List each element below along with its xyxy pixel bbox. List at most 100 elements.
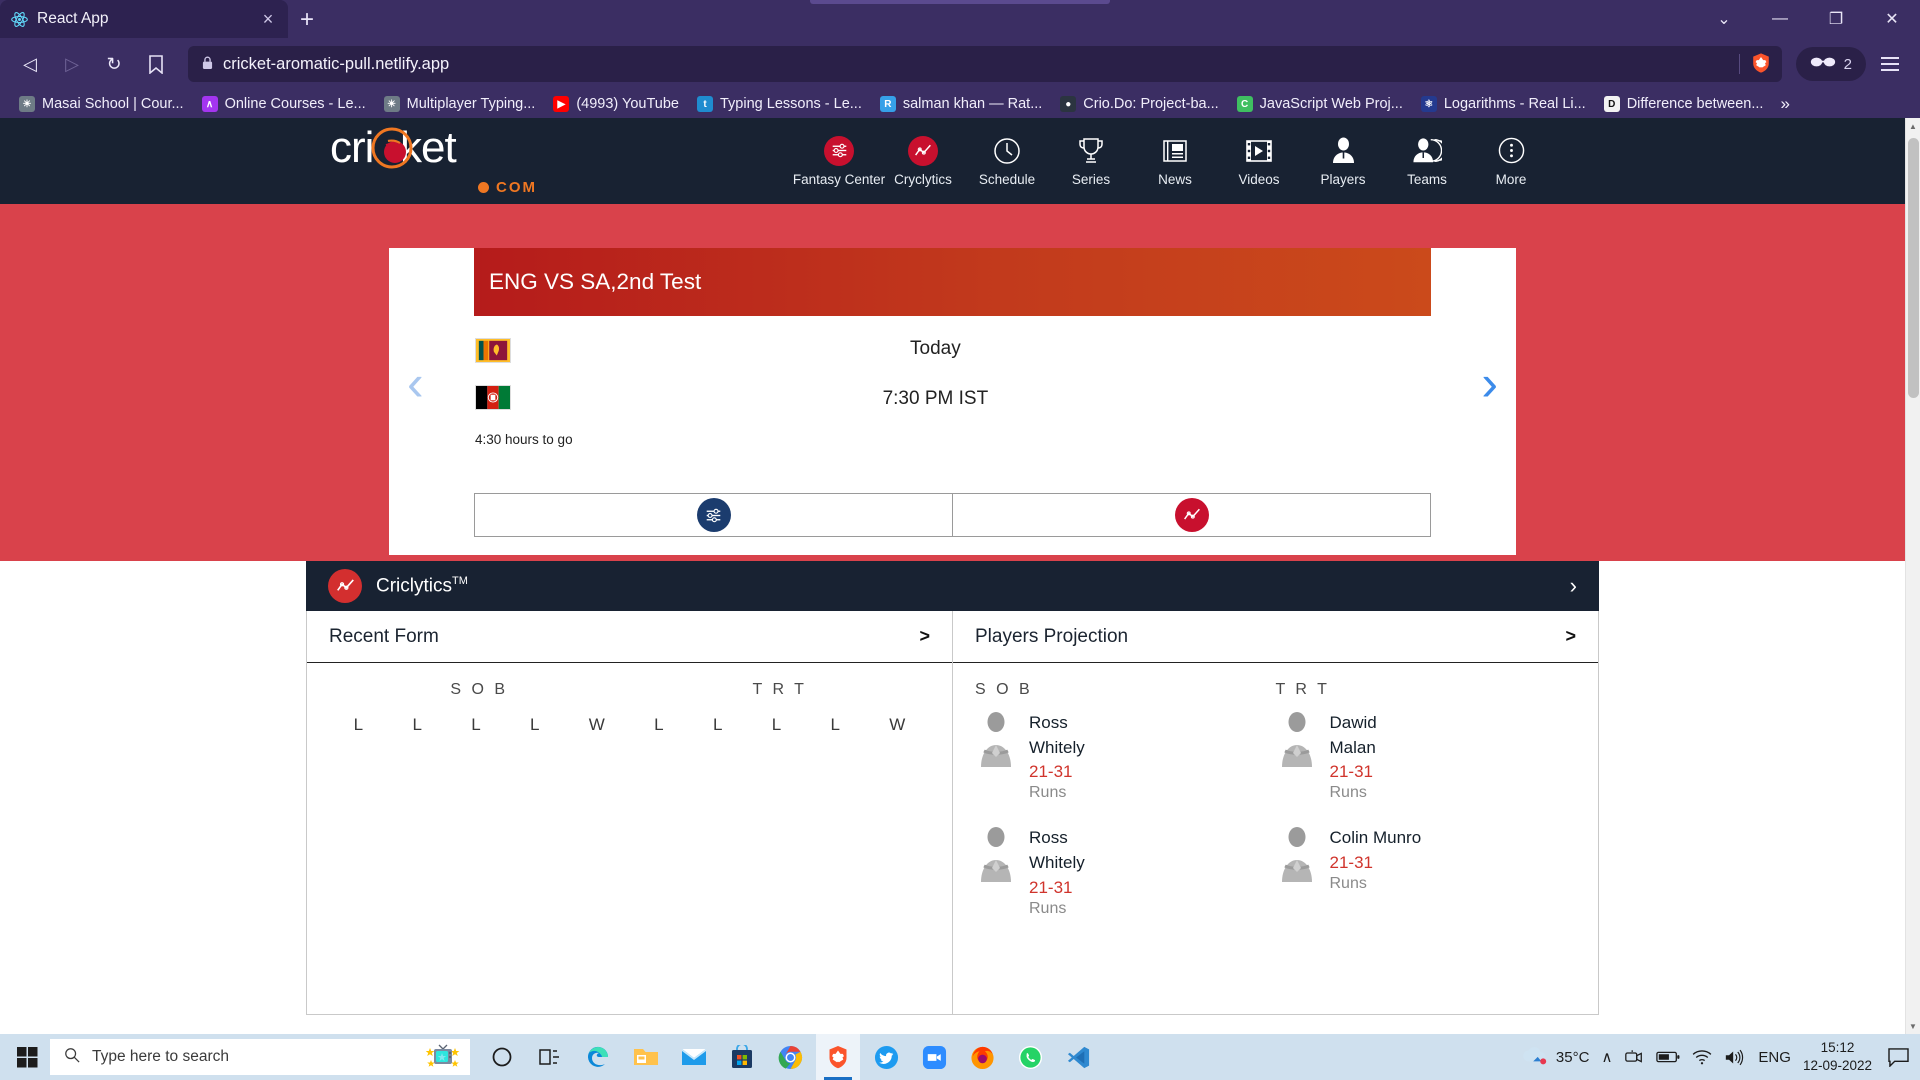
projection-player[interactable]: Dawid Malan 21-31 Runs bbox=[1276, 711, 1577, 802]
form-result: L bbox=[530, 715, 540, 734]
scrollbar-thumb[interactable] bbox=[1908, 138, 1919, 398]
hamburger-menu-icon[interactable] bbox=[1872, 46, 1908, 82]
file-explorer-icon[interactable] bbox=[624, 1034, 668, 1080]
vscode-icon[interactable] bbox=[1056, 1034, 1100, 1080]
twitter-icon[interactable] bbox=[864, 1034, 908, 1080]
browser-toolbar: ◁ ▷ ↻ cricket-aromatic-pull.netlify.app … bbox=[0, 38, 1920, 90]
maximize-button[interactable]: ❐ bbox=[1808, 0, 1864, 38]
new-tab-button[interactable]: + bbox=[288, 2, 326, 38]
recent-form-title: Recent Form bbox=[329, 625, 439, 647]
nav-item-teams[interactable]: Teams bbox=[1385, 136, 1469, 187]
bookmark-item[interactable]: ☀ Multiplayer Typing... bbox=[375, 92, 545, 116]
bookmark-item[interactable]: R salman khan — Rat... bbox=[871, 92, 1051, 116]
nav-item-series[interactable]: Series bbox=[1049, 136, 1133, 187]
players-projection-grid: S O B Ross Whitely 21-31 Runs Ross White… bbox=[975, 681, 1576, 942]
form-results-row: L L L L W bbox=[630, 715, 931, 735]
bookmark-item[interactable]: ∧ Online Courses - Le... bbox=[193, 92, 375, 116]
typing-icon: t bbox=[697, 96, 713, 112]
bookmark-item[interactable]: ● Crio.Do: Project-ba... bbox=[1051, 92, 1227, 116]
bookmark-item[interactable]: ⚛ Logarithms - Real Li... bbox=[1412, 92, 1595, 116]
show-hidden-icons-chevron[interactable]: ∧ bbox=[1601, 1048, 1612, 1066]
match-banner[interactable]: ENG VS SA,2nd Test bbox=[474, 248, 1431, 316]
criclytics-section: CriclyticsTM › Recent Form > S O B L L L… bbox=[306, 561, 1599, 1015]
cortana-icon[interactable] bbox=[480, 1034, 524, 1080]
meeting-icon[interactable] bbox=[1624, 1049, 1644, 1066]
minimize-button[interactable]: — bbox=[1752, 0, 1808, 38]
bookmark-label: Online Courses - Le... bbox=[224, 96, 366, 112]
reload-icon[interactable]: ↻ bbox=[96, 46, 132, 82]
wifi-icon[interactable] bbox=[1692, 1049, 1712, 1065]
criclytics-button[interactable] bbox=[953, 493, 1431, 537]
nav-label: Videos bbox=[1238, 171, 1280, 187]
zoom-icon[interactable] bbox=[912, 1034, 956, 1080]
edge-icon[interactable] bbox=[576, 1034, 620, 1080]
bookmark-item[interactable]: D Difference between... bbox=[1595, 92, 1773, 116]
site-nav: Fantasy Center Cryclytics Schedule Serie… bbox=[793, 135, 1553, 187]
projection-player[interactable]: Ross Whitely 21-31 Runs bbox=[975, 711, 1276, 802]
recent-form-arrow-icon[interactable]: > bbox=[919, 626, 930, 647]
nav-item-news[interactable]: News bbox=[1133, 136, 1217, 187]
team-code-label: S O B bbox=[450, 681, 509, 698]
nav-item-more[interactable]: More bbox=[1469, 136, 1553, 187]
prev-match-arrow[interactable]: ‹ bbox=[407, 358, 424, 408]
shields-counter-button[interactable]: 2 bbox=[1795, 47, 1866, 81]
nav-item-fantasy-center[interactable]: Fantasy Center bbox=[793, 135, 885, 187]
bookmark-item[interactable]: t Typing Lessons - Le... bbox=[688, 92, 871, 116]
microsoft-store-icon[interactable] bbox=[720, 1034, 764, 1080]
nav-item-schedule[interactable]: Schedule bbox=[965, 136, 1049, 187]
players-projection-header[interactable]: Players Projection > bbox=[953, 611, 1598, 663]
battery-icon[interactable] bbox=[1656, 1050, 1680, 1064]
players-projection-arrow-icon[interactable]: > bbox=[1565, 626, 1576, 647]
nav-item-players[interactable]: Players bbox=[1301, 136, 1385, 187]
criclytics-header[interactable]: CriclyticsTM › bbox=[306, 561, 1599, 611]
criclytics-expand-chevron-icon[interactable]: › bbox=[1570, 573, 1577, 599]
projection-player-info: Ross Whitely 21-31 Runs bbox=[1029, 711, 1121, 802]
scroll-up-arrow-icon[interactable]: ▲ bbox=[1906, 118, 1920, 134]
projection-player[interactable]: Colin Munro 21-31 Runs bbox=[1276, 826, 1577, 893]
bookmarks-overflow-button[interactable]: » bbox=[1772, 94, 1797, 114]
match-body: ‹ › 4:30 hours to go Today 7:30 PM IST bbox=[389, 316, 1516, 447]
mail-icon[interactable] bbox=[672, 1034, 716, 1080]
window-chevron-button[interactable]: ⌄ bbox=[1696, 0, 1752, 38]
recent-form-header[interactable]: Recent Form > bbox=[307, 611, 952, 663]
task-view-icon[interactable] bbox=[528, 1034, 572, 1080]
forward-icon[interactable]: ▷ bbox=[54, 46, 90, 82]
next-match-arrow[interactable]: › bbox=[1481, 358, 1498, 408]
cricket-com-logo[interactable]: cri ket COM bbox=[330, 123, 537, 196]
volume-icon[interactable] bbox=[1724, 1049, 1746, 1066]
projection-player[interactable]: Ross Whitely 21-31 Runs bbox=[975, 826, 1276, 917]
recent-form-grid: S O B L L L L W T R T L L L L W bbox=[329, 681, 930, 735]
bookmark-item[interactable]: ▶ (4993) YouTube bbox=[544, 92, 688, 116]
nav-item-videos[interactable]: Videos bbox=[1217, 136, 1301, 187]
recent-form-team: S O B L L L L W bbox=[329, 681, 630, 735]
nav-item-cryclytics[interactable]: Cryclytics bbox=[881, 135, 965, 187]
windows-start-icon[interactable] bbox=[4, 1034, 50, 1080]
clock-time: 15:12 bbox=[1820, 1039, 1855, 1055]
criclytics-panels: Recent Form > S O B L L L L W T R T L L … bbox=[306, 611, 1599, 1015]
fantasy-button[interactable] bbox=[474, 493, 953, 537]
search-input[interactable]: Type here to search bbox=[50, 1039, 470, 1075]
bookmark-icon[interactable] bbox=[138, 46, 174, 82]
whatsapp-icon[interactable] bbox=[1008, 1034, 1052, 1080]
firefox-icon[interactable] bbox=[960, 1034, 1004, 1080]
address-bar[interactable]: cricket-aromatic-pull.netlify.app bbox=[188, 46, 1782, 82]
clock-widget[interactable]: 15:12 12-09-2022 bbox=[1803, 1039, 1872, 1075]
tv-stars-icon[interactable] bbox=[425, 1042, 460, 1073]
page-scrollbar[interactable]: ▲ ▼ bbox=[1905, 118, 1920, 1034]
brave-icon[interactable] bbox=[816, 1034, 860, 1080]
form-results-row: L L L L W bbox=[329, 715, 630, 735]
bookmark-item[interactable]: C JavaScript Web Proj... bbox=[1228, 92, 1412, 116]
scroll-down-arrow-icon[interactable]: ▼ bbox=[1906, 1018, 1920, 1034]
back-icon[interactable]: ◁ bbox=[12, 46, 48, 82]
chrome-icon[interactable] bbox=[768, 1034, 812, 1080]
close-tab-icon[interactable]: × bbox=[258, 9, 278, 30]
brave-shields-icon[interactable] bbox=[1750, 52, 1774, 76]
tab-strip: React App × + ⌄ — ❐ ✕ bbox=[0, 0, 1920, 38]
browser-tab-react-app[interactable]: React App × bbox=[0, 0, 288, 38]
trademark-label: TM bbox=[452, 574, 468, 587]
language-indicator[interactable]: ENG bbox=[1758, 1049, 1791, 1066]
bookmark-item[interactable]: ☀ Masai School | Cour... bbox=[10, 92, 193, 116]
action-center-icon[interactable] bbox=[1884, 1043, 1912, 1071]
weather-widget[interactable]: 35°C bbox=[1521, 1045, 1589, 1069]
close-window-button[interactable]: ✕ bbox=[1864, 0, 1920, 38]
